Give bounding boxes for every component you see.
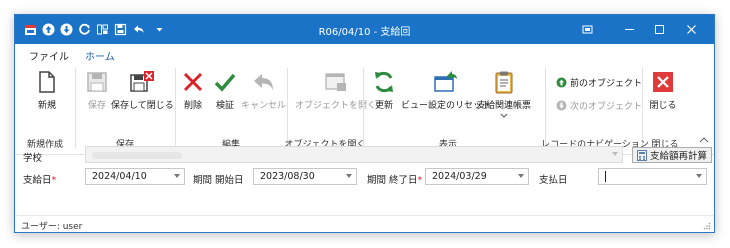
paid-date-field[interactable] [598,168,707,185]
school-label: 学校 [23,153,43,164]
undo-arrow-icon [250,69,278,95]
reset-view-icon [432,69,460,95]
minimize-icon[interactable] [614,15,644,44]
maximize-icon[interactable] [644,15,674,44]
group-separator [545,68,546,148]
delete-x-icon [179,69,207,95]
period-end-label: 期間 終了日* [367,175,423,186]
period-start-label: 期間 開始日 [193,175,244,186]
window-title: R06/04/10 - 支給回 [318,27,411,38]
required-marker: * [417,175,423,186]
title-bar: R06/04/10 - 支給回 [15,15,714,44]
paid-date-label: 支払日 [539,175,568,186]
period-end-field[interactable]: 2024/03/29 [425,168,529,185]
ribbon: 新規 新規作成 保存 保存して閉じる 保存 削除 検証 キャンセル 編集 オブジ… [15,64,714,155]
paydate-field[interactable]: 2024/04/10 [85,168,185,185]
school-field[interactable] [85,146,623,163]
status-user: ユーザー: user [21,222,83,232]
refresh-arrows-icon [370,69,398,95]
group-separator [642,68,643,148]
school-value-blurred [92,152,182,159]
app-window: R06/04/10 - 支給回 ファイル ホーム 新規 新規作成 保存 保存して… [14,14,715,233]
chevron-down-icon [612,152,618,156]
collapse-ribbon-icon[interactable] [699,135,709,146]
period-start-field[interactable]: 2023/08/30 [253,168,357,185]
restore-icon[interactable] [572,15,602,44]
chevron-down-icon [346,174,352,178]
new-button[interactable]: 新規 [33,69,61,111]
recalc-payment-button[interactable]: 支給額再計算 [632,147,713,163]
close-red-icon [649,69,677,95]
group-separator [287,68,288,148]
chevron-down-icon [696,174,702,178]
refresh-button[interactable]: 更新 [370,69,398,111]
required-marker: * [51,175,57,186]
verify-button[interactable]: 検証 [211,69,239,111]
checkmark-icon [211,69,239,95]
prev-object-button[interactable]: 前のオブジェクト [555,76,642,89]
group-label-new: 新規作成 [26,140,64,150]
tab-file[interactable]: ファイル [29,48,69,63]
ribbon-tabs: ファイル ホーム [15,44,714,66]
close-icon[interactable] [676,15,706,44]
save-button[interactable]: 保存 [83,69,111,111]
report-dropdown-icon[interactable] [500,113,508,118]
arrow-down-circle-icon [555,100,567,112]
text-cursor [605,171,606,182]
arrow-up-circle-icon [555,77,567,89]
group-separator [75,68,76,148]
group-separator [363,68,364,148]
calculator-icon [637,149,647,161]
new-document-icon [33,69,61,95]
payment-report-button[interactable]: 支給関連帳票 [477,69,531,118]
close-button[interactable]: 閉じる [649,69,677,111]
save-and-close-button[interactable]: 保存して閉じる [111,69,174,111]
save-close-icon [128,69,156,95]
cancel-button[interactable]: キャンセル [241,69,286,111]
group-separator [175,68,176,148]
paydate-label: 支給日* [23,175,57,186]
open-window-icon [322,69,350,95]
chevron-down-icon [518,174,524,178]
chevron-down-icon [174,174,180,178]
status-bar: ユーザー: user [15,215,714,232]
clipboard-icon [490,69,518,95]
delete-button[interactable]: 削除 [179,69,207,111]
next-object-button[interactable]: 次のオブジェクト [555,99,642,112]
resize-grip-icon[interactable] [703,222,711,230]
save-icon [83,69,111,95]
